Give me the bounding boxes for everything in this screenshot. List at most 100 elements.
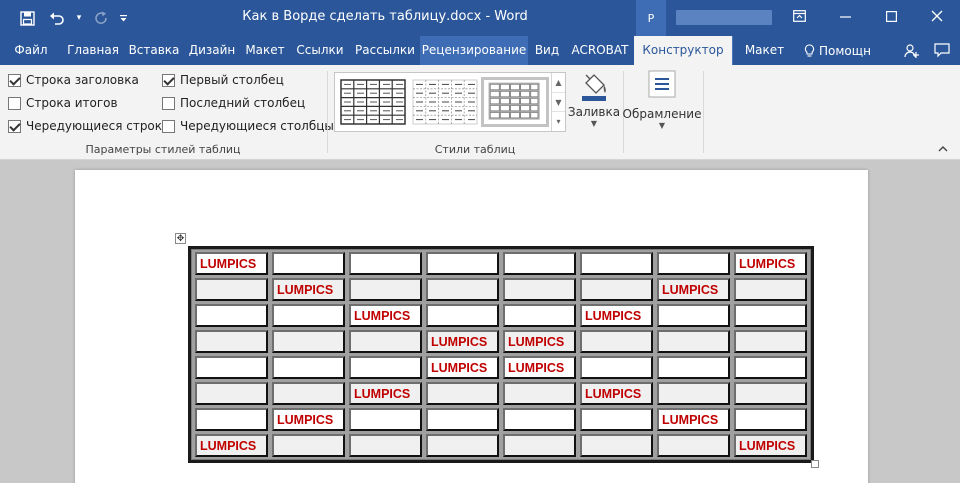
- table-cell[interactable]: LUMPICS: [734, 252, 807, 275]
- tab-insert[interactable]: Вставка: [124, 36, 184, 65]
- table-cell[interactable]: LUMPICS: [657, 408, 730, 431]
- table-cell[interactable]: [734, 382, 807, 405]
- header-row-checkbox[interactable]: Строка заголовка: [8, 71, 139, 89]
- table-cell[interactable]: LUMPICS: [195, 434, 268, 457]
- table-cell[interactable]: LUMPICS: [195, 252, 268, 275]
- table-cell[interactable]: [349, 408, 422, 431]
- table-cell[interactable]: [349, 330, 422, 353]
- last-column-checkbox[interactable]: Последний столбец: [162, 94, 305, 112]
- table-cell[interactable]: [734, 408, 807, 431]
- table-cell[interactable]: LUMPICS: [580, 382, 653, 405]
- table-cell[interactable]: [657, 330, 730, 353]
- tell-me-box[interactable]: Помощн: [804, 36, 871, 65]
- table-cell[interactable]: [734, 304, 807, 327]
- table-cell[interactable]: [349, 434, 422, 457]
- table-cell[interactable]: [503, 408, 576, 431]
- table-cell[interactable]: [657, 304, 730, 327]
- tab-design[interactable]: Дизайн: [184, 36, 240, 65]
- table-cell[interactable]: LUMPICS: [503, 330, 576, 353]
- table-cell[interactable]: [272, 382, 345, 405]
- tab-view[interactable]: Вид: [528, 36, 566, 65]
- table-cell[interactable]: [349, 278, 422, 301]
- table-cell[interactable]: [272, 434, 345, 457]
- table-cell[interactable]: [195, 304, 268, 327]
- tab-acrobat[interactable]: ACROBAT: [566, 36, 634, 65]
- share-user-icon[interactable]: [904, 43, 920, 59]
- maximize-button[interactable]: [868, 0, 914, 32]
- ribbon-display-options-button[interactable]: [776, 0, 822, 32]
- table-cell[interactable]: [426, 408, 499, 431]
- table-resize-handle[interactable]: [811, 460, 819, 468]
- tab-file[interactable]: Файл: [0, 36, 62, 65]
- table-cell[interactable]: [195, 382, 268, 405]
- close-button[interactable]: [914, 0, 960, 32]
- table-cell[interactable]: LUMPICS: [734, 434, 807, 457]
- tab-mailings[interactable]: Рассылки: [350, 36, 420, 65]
- table-cell[interactable]: LUMPICS: [503, 356, 576, 379]
- table-cell[interactable]: [503, 304, 576, 327]
- table-cell[interactable]: [349, 252, 422, 275]
- account-button[interactable]: Р: [636, 0, 666, 36]
- table-cell[interactable]: [195, 330, 268, 353]
- table-cell[interactable]: [195, 356, 268, 379]
- borders-button[interactable]: Обрамление ▼: [623, 69, 701, 130]
- first-column-checkbox[interactable]: Первый столбец: [162, 71, 284, 89]
- table-cell[interactable]: [580, 278, 653, 301]
- tab-table-design[interactable]: Конструктор: [634, 36, 732, 65]
- table-cell[interactable]: [734, 356, 807, 379]
- collapse-ribbon-icon[interactable]: [938, 144, 948, 155]
- document-page[interactable]: ✥ LUMPICS LUMPICS LUMPICS LUMPICS LUMPICS LUM…: [75, 170, 868, 483]
- table-cell[interactable]: [426, 252, 499, 275]
- comments-icon[interactable]: [934, 43, 950, 58]
- gallery-down-arrow-icon[interactable]: ▼: [552, 93, 565, 113]
- banded-columns-checkbox[interactable]: Чередующиеся столбцы: [162, 117, 334, 135]
- table-cell[interactable]: [657, 434, 730, 457]
- table-cell[interactable]: LUMPICS: [426, 330, 499, 353]
- table-cell[interactable]: LUMPICS: [349, 382, 422, 405]
- table-cell[interactable]: [272, 330, 345, 353]
- table-cell[interactable]: LUMPICS: [426, 356, 499, 379]
- table-cell[interactable]: LUMPICS: [272, 278, 345, 301]
- table-cell[interactable]: [195, 408, 268, 431]
- table-cell[interactable]: [272, 356, 345, 379]
- table-cell[interactable]: [426, 278, 499, 301]
- total-row-checkbox[interactable]: Строка итогов: [8, 94, 118, 112]
- table-cell[interactable]: [426, 382, 499, 405]
- table-cell[interactable]: [503, 278, 576, 301]
- table-style-thumbnail-selected[interactable]: [481, 77, 549, 127]
- table-cell[interactable]: [657, 356, 730, 379]
- table-cell[interactable]: [503, 382, 576, 405]
- table-cell[interactable]: [426, 434, 499, 457]
- tab-layout[interactable]: Макет: [240, 36, 290, 65]
- table-cell[interactable]: [734, 330, 807, 353]
- table-cell[interactable]: LUMPICS: [580, 304, 653, 327]
- table-cell[interactable]: [195, 278, 268, 301]
- table-cell[interactable]: [734, 278, 807, 301]
- table-cell[interactable]: [349, 356, 422, 379]
- gallery-up-arrow-icon[interactable]: ▲: [552, 73, 565, 93]
- table-cell[interactable]: [580, 356, 653, 379]
- tab-references[interactable]: Ссылки: [290, 36, 350, 65]
- table-cell[interactable]: LUMPICS: [657, 278, 730, 301]
- table-cell[interactable]: LUMPICS: [272, 408, 345, 431]
- table-cell[interactable]: [580, 408, 653, 431]
- minimize-button[interactable]: [822, 0, 868, 32]
- table-cell[interactable]: [580, 252, 653, 275]
- table-move-handle-icon[interactable]: ✥: [175, 233, 186, 244]
- table-cell[interactable]: LUMPICS: [349, 304, 422, 327]
- tab-home[interactable]: Главная: [62, 36, 124, 65]
- table-style-thumbnail-plain[interactable]: [411, 77, 479, 127]
- table-style-thumbnail-grid[interactable]: [339, 77, 407, 127]
- tab-table-layout[interactable]: Макет: [732, 36, 796, 65]
- table-cell[interactable]: [657, 382, 730, 405]
- banded-rows-checkbox[interactable]: Чередующиеся строки: [8, 117, 170, 135]
- table-cell[interactable]: [657, 252, 730, 275]
- table-cell[interactable]: [426, 304, 499, 327]
- table-cell[interactable]: [272, 252, 345, 275]
- table-cell[interactable]: [272, 304, 345, 327]
- table-cell[interactable]: [580, 434, 653, 457]
- table-cell[interactable]: [503, 434, 576, 457]
- table-cell[interactable]: [580, 330, 653, 353]
- tab-review[interactable]: Рецензирование: [420, 36, 528, 65]
- gallery-more-icon[interactable]: ▾: [552, 112, 565, 131]
